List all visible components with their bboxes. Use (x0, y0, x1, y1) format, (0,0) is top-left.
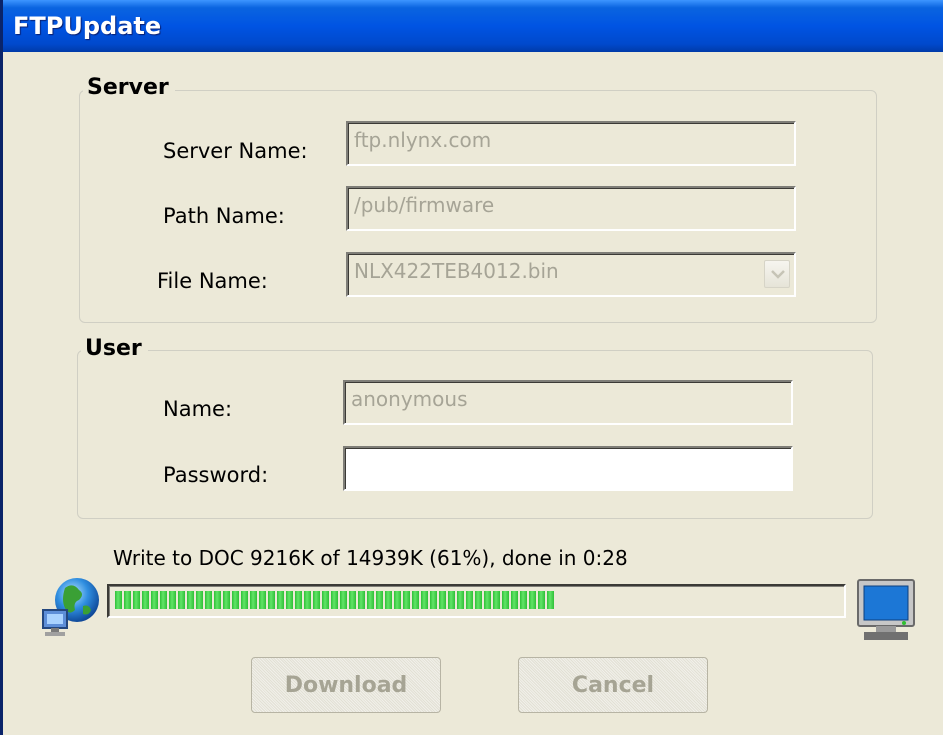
file-name-dropdown-button[interactable] (764, 260, 790, 288)
path-name-label: Path Name: (163, 204, 285, 228)
chevron-down-icon (771, 270, 785, 279)
user-groupbox (77, 350, 873, 519)
path-name-field[interactable]: /pub/firmware (346, 186, 796, 231)
progress-fill (115, 591, 556, 609)
user-name-field[interactable]: anonymous (343, 380, 793, 425)
user-name-label: Name: (163, 397, 233, 421)
file-name-dropdown[interactable]: NLX422TEB4012.bin (346, 252, 796, 297)
password-field[interactable] (343, 446, 793, 491)
window-title: FTPUpdate (13, 12, 162, 40)
file-name-value: NLX422TEB4012.bin (354, 259, 559, 283)
progress-bar (107, 584, 846, 618)
server-name-field[interactable]: ftp.nlynx.com (346, 121, 796, 166)
globe-network-icon (42, 578, 99, 636)
password-label: Password: (163, 463, 269, 487)
progress-status-text: Write to DOC 9216K of 14939K (61%), done… (113, 546, 628, 570)
server-name-label: Server Name: (163, 139, 308, 163)
file-name-label: File Name: (157, 269, 268, 293)
download-button[interactable]: Download (251, 657, 441, 713)
ftpupdate-window: FTPUpdate Server Server Name: ftp.nlynx.… (0, 0, 943, 735)
server-legend: Server (83, 75, 175, 100)
user-legend: User (81, 336, 148, 361)
cancel-button[interactable]: Cancel (518, 657, 708, 713)
computer-monitor-icon (857, 579, 915, 640)
title-bar[interactable]: FTPUpdate (3, 0, 943, 52)
